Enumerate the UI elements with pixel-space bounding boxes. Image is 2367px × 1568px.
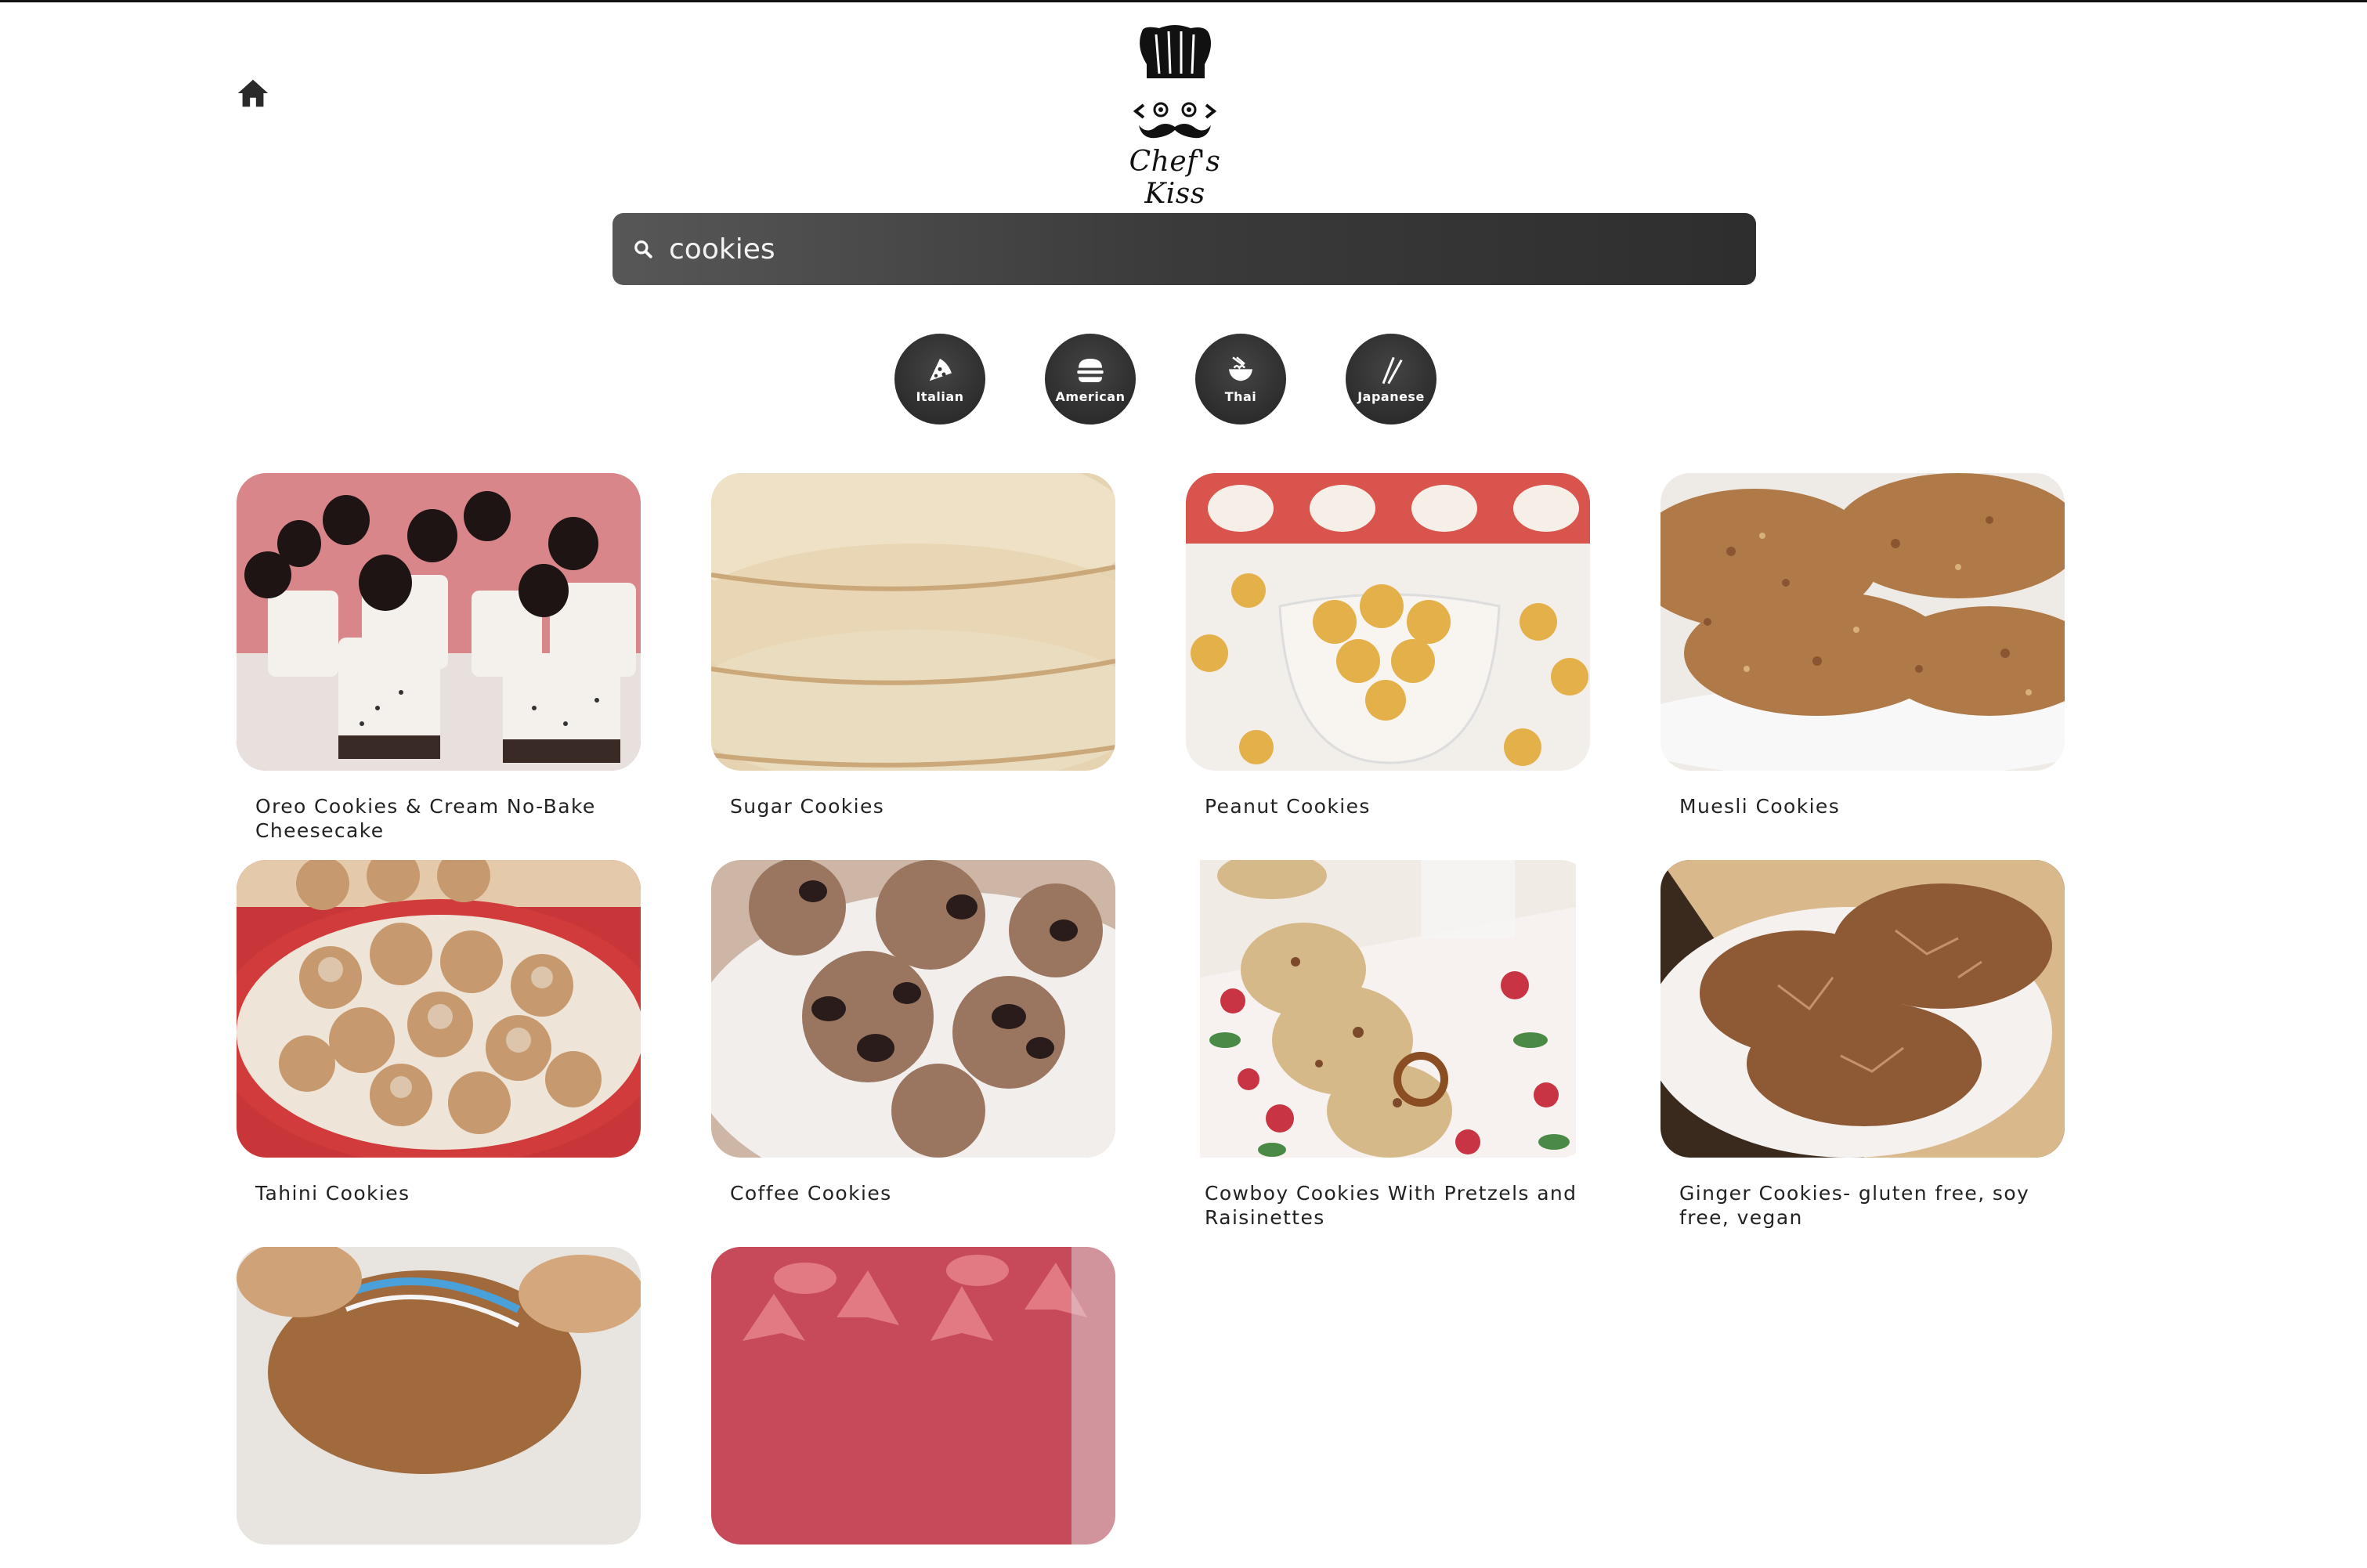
recipe-title[interactable]: Tahini Cookies (237, 1181, 641, 1205)
home-button[interactable] (235, 75, 271, 111)
recipe-card[interactable]: Coffee Cookies (711, 860, 1115, 1205)
recipe-image[interactable] (1661, 860, 2065, 1158)
recipe-title[interactable]: Oreo Cookies & Cream No-Bake Cheesecake (237, 794, 641, 843)
cuisine-italian-button[interactable]: Italian (894, 334, 985, 425)
recipe-card[interactable]: Muesli Cookies (1661, 473, 2065, 818)
recipe-title[interactable]: Peanut Cookies (1186, 794, 1590, 818)
burger-icon (1077, 358, 1104, 382)
recipe-image[interactable] (237, 473, 641, 771)
chopsticks-icon (1382, 356, 1403, 384)
recipe-title[interactable]: Ginger Cookies- gluten free, soy free, v… (1661, 1181, 2065, 1230)
recipe-card[interactable]: Sugar Cookies (711, 473, 1115, 818)
recipe-image[interactable] (711, 1247, 1115, 1545)
recipe-title[interactable]: Cowboy Cookies With Pretzels and Raisine… (1186, 1181, 1590, 1230)
cuisine-filters: Italian American Thai Japanese (894, 334, 1436, 425)
cuisine-label: Italian (916, 388, 964, 404)
pizza-icon (929, 358, 952, 381)
top-border (0, 0, 2367, 2)
recipe-card[interactable]: Oreo Cookies & Cream No-Bake Cheesecake (237, 473, 641, 843)
recipe-card[interactable] (711, 1247, 1115, 1568)
recipe-image[interactable] (1661, 473, 2065, 771)
recipe-card[interactable]: Ginger Cookies- gluten free, soy free, v… (1661, 860, 2065, 1230)
recipe-card[interactable]: Peanut Cookies (1186, 473, 1590, 818)
recipe-card[interactable]: Tahini Cookies (237, 860, 641, 1205)
cuisine-american-button[interactable]: American (1045, 334, 1136, 425)
recipe-image[interactable] (237, 860, 641, 1158)
recipe-title[interactable]: Coffee Cookies (711, 1181, 1115, 1205)
cuisine-label: Japanese (1357, 388, 1425, 404)
search-icon (634, 240, 652, 258)
recipe-title[interactable]: Sugar Cookies (711, 794, 1115, 818)
recipe-image[interactable] (1186, 473, 1590, 771)
recipe-title[interactable]: Muesli Cookies (1661, 794, 2065, 818)
recipe-image[interactable] (1186, 860, 1590, 1158)
logo-text: Chef's Kiss (1129, 146, 1221, 210)
recipe-image[interactable] (711, 860, 1115, 1158)
app-logo[interactable]: Chef's Kiss (1104, 23, 1245, 210)
recipe-image[interactable] (711, 473, 1115, 771)
noodle-bowl-icon (1229, 356, 1252, 381)
search-input[interactable] (669, 233, 1687, 266)
search-bar[interactable] (613, 213, 1756, 285)
recipe-card[interactable]: Cowboy Cookies With Pretzels and Raisine… (1186, 860, 1590, 1230)
cuisine-label: Thai (1224, 388, 1257, 404)
chef-hat-logo-icon (1133, 25, 1217, 139)
cuisine-label: American (1055, 388, 1126, 404)
recipe-image[interactable] (237, 1247, 641, 1545)
cuisine-japanese-button[interactable]: Japanese (1346, 334, 1436, 425)
home-icon (237, 79, 269, 107)
cuisine-thai-button[interactable]: Thai (1195, 334, 1286, 425)
recipe-card[interactable] (237, 1247, 641, 1568)
